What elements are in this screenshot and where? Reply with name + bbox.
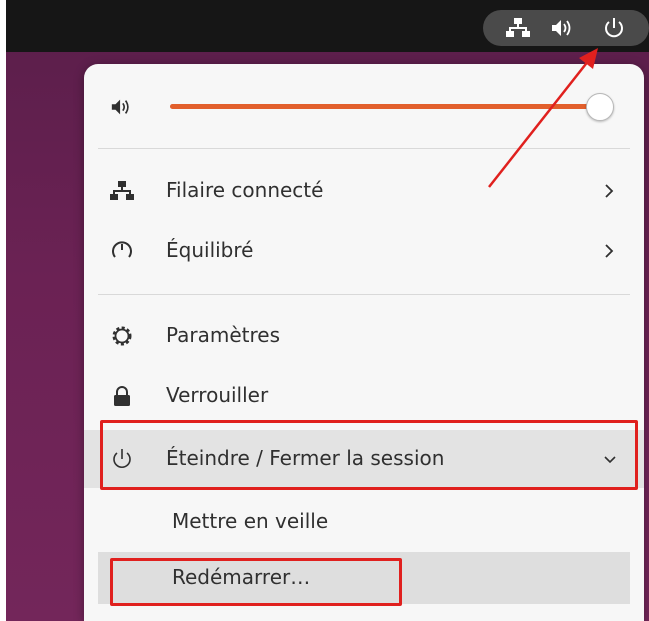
annotation-arrow [488, 48, 598, 188]
